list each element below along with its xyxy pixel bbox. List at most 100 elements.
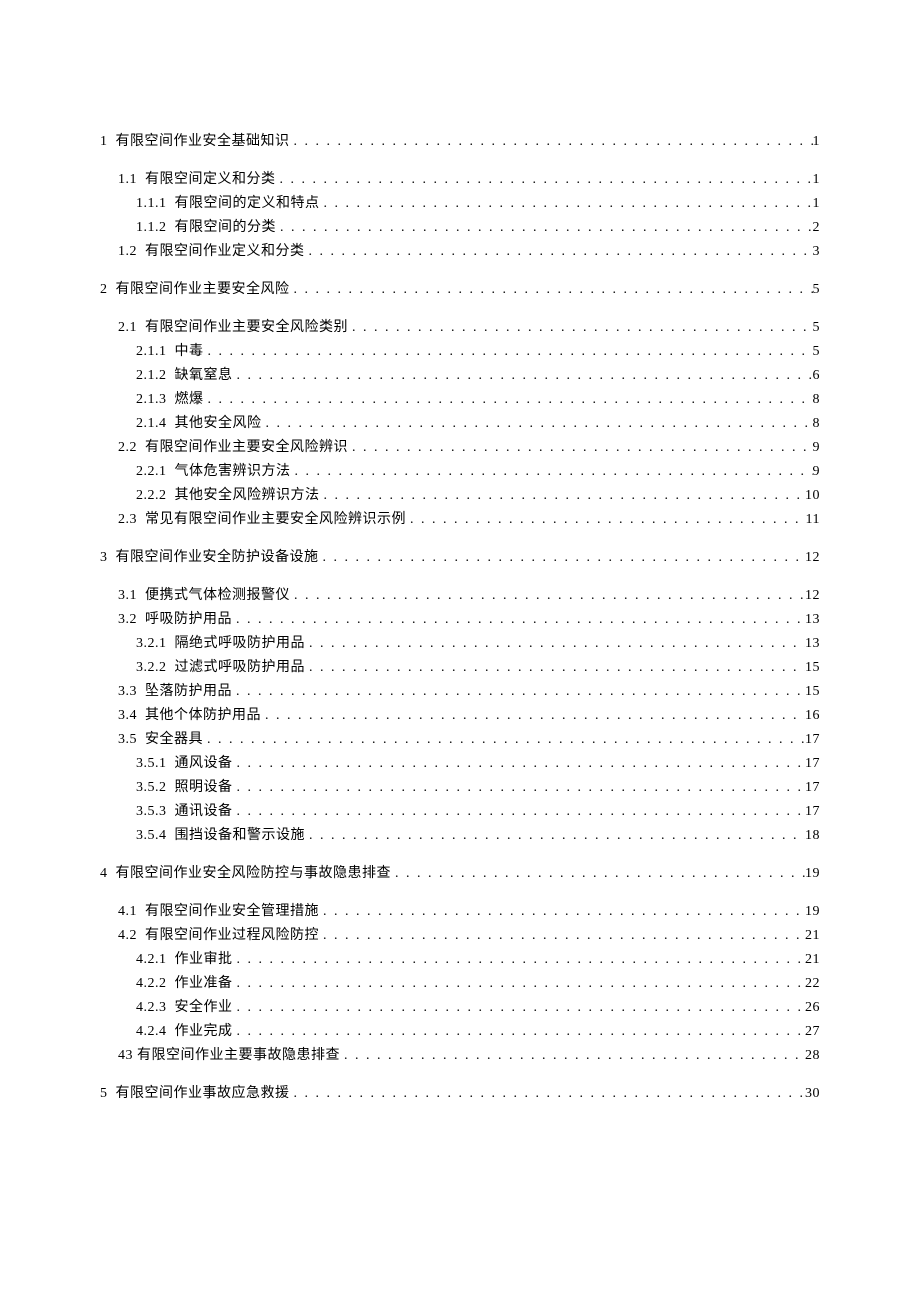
toc-entry-page: 1 — [813, 135, 821, 149]
toc-entry-page: 1 — [813, 197, 821, 211]
table-of-contents: 1 有限空间作业安全基础知识. . . . . . . . . . . . . … — [100, 135, 820, 1101]
toc-entry-number: 3.4 — [118, 709, 145, 723]
toc-entry: 2 有限空间作业主要安全风险. . . . . . . . . . . . . … — [100, 283, 820, 297]
toc-entry-page: 17 — [805, 733, 820, 747]
toc-entry-number: 2.2.2 — [136, 489, 175, 503]
toc-entry-title: 有限空间作业事故应急救援 — [116, 1087, 290, 1101]
toc-entry-page: 30 — [805, 1087, 820, 1101]
document-page: 1 有限空间作业安全基础知识. . . . . . . . . . . . . … — [0, 0, 920, 1301]
toc-entry: 2.1.2 缺氧窒息. . . . . . . . . . . . . . . … — [100, 369, 820, 383]
toc-entry: 3 有限空间作业安全防护设备设施. . . . . . . . . . . . … — [100, 551, 820, 565]
toc-entry-page: 17 — [805, 805, 820, 819]
toc-entry: 3.1 便携式气体检测报警仪. . . . . . . . . . . . . … — [100, 589, 820, 603]
toc-entry-page: 27 — [805, 1025, 820, 1039]
toc-leader-dots: . . . . . . . . . . . . . . . . . . . . … — [320, 197, 813, 211]
toc-entry-number: 3.5 — [118, 733, 145, 747]
toc-entry-number: 2.1.2 — [136, 369, 175, 383]
toc-entry: 2.2.2 其他安全风险辨识方法. . . . . . . . . . . . … — [100, 489, 820, 503]
toc-leader-dots: . . . . . . . . . . . . . . . . . . . . … — [262, 417, 813, 431]
toc-leader-dots: . . . . . . . . . . . . . . . . . . . . … — [319, 551, 806, 565]
toc-entry-number: 2.2.1 — [136, 465, 175, 479]
toc-entry-title: 中毒 — [175, 345, 204, 359]
toc-leader-dots: . . . . . . . . . . . . . . . . . . . . … — [291, 465, 813, 479]
toc-section-gap — [100, 307, 820, 321]
toc-entry-number: 4.2.2 — [136, 977, 175, 991]
toc-entry: 3.5.2 照明设备. . . . . . . . . . . . . . . … — [100, 781, 820, 795]
toc-entry-number: 3.2 — [118, 613, 145, 627]
toc-entry-title: 有限空间作业主要事故隐患排查 — [137, 1049, 340, 1063]
toc-leader-dots: . . . . . . . . . . . . . . . . . . . . … — [348, 441, 813, 455]
toc-entry-page: 15 — [805, 661, 820, 675]
toc-entry-number: 3 — [100, 551, 116, 565]
toc-entry: 2.1 有限空间作业主要安全风险类别. . . . . . . . . . . … — [100, 321, 820, 335]
toc-leader-dots: . . . . . . . . . . . . . . . . . . . . … — [232, 613, 805, 627]
toc-leader-dots: . . . . . . . . . . . . . . . . . . . . … — [276, 221, 813, 235]
toc-entry-title: 坠落防护用品 — [145, 685, 232, 699]
toc-leader-dots: . . . . . . . . . . . . . . . . . . . . … — [261, 709, 805, 723]
toc-entry-page: 3 — [813, 245, 821, 259]
toc-entry: 3.5.1 通风设备. . . . . . . . . . . . . . . … — [100, 757, 820, 771]
toc-entry: 1.2 有限空间作业定义和分类. . . . . . . . . . . . .… — [100, 245, 820, 259]
toc-entry-title: 其他安全风险辨识方法 — [175, 489, 320, 503]
toc-section-gap — [100, 853, 820, 867]
toc-leader-dots: . . . . . . . . . . . . . . . . . . . . … — [276, 173, 813, 187]
toc-entry-number: 1.1 — [118, 173, 145, 187]
toc-entry-title: 呼吸防护用品 — [145, 613, 232, 627]
toc-entry-title: 照明设备 — [175, 781, 233, 795]
toc-entry-title: 便携式气体检测报警仪 — [145, 589, 290, 603]
toc-entry-number: 4.2.1 — [136, 953, 175, 967]
toc-entry: 1.1 有限空间定义和分类. . . . . . . . . . . . . .… — [100, 173, 820, 187]
toc-entry-page: 11 — [806, 513, 820, 527]
toc-section-gap — [100, 891, 820, 905]
toc-leader-dots: . . . . . . . . . . . . . . . . . . . . … — [204, 393, 813, 407]
toc-entry-number: 2.1.3 — [136, 393, 175, 407]
toc-entry-page: 13 — [805, 613, 820, 627]
toc-entry: 3.3 坠落防护用品. . . . . . . . . . . . . . . … — [100, 685, 820, 699]
toc-entry-page: 21 — [805, 929, 820, 943]
toc-entry-title: 有限空间作业安全管理措施 — [145, 905, 319, 919]
toc-entry: 2.3 常见有限空间作业主要安全风险辨识示例. . . . . . . . . … — [100, 513, 820, 527]
toc-entry: 4.2.3 安全作业. . . . . . . . . . . . . . . … — [100, 1001, 820, 1015]
toc-entry-page: 9 — [813, 441, 821, 455]
toc-entry-page: 18 — [805, 829, 820, 843]
toc-entry-title: 有限空间作业安全防护设备设施 — [116, 551, 319, 565]
toc-entry-page: 16 — [805, 709, 820, 723]
toc-entry-page: 12 — [805, 589, 820, 603]
toc-entry-page: 22 — [805, 977, 820, 991]
toc-entry-number: 2.1.4 — [136, 417, 175, 431]
toc-entry: 3.2 呼吸防护用品. . . . . . . . . . . . . . . … — [100, 613, 820, 627]
toc-leader-dots: . . . . . . . . . . . . . . . . . . . . … — [319, 929, 805, 943]
toc-entry-page: 17 — [805, 757, 820, 771]
toc-leader-dots: . . . . . . . . . . . . . . . . . . . . … — [233, 953, 806, 967]
toc-entry-page: 28 — [805, 1049, 820, 1063]
toc-entry-number: 4.2.3 — [136, 1001, 175, 1015]
toc-entry: 3.5.4 围挡设备和警示设施. . . . . . . . . . . . .… — [100, 829, 820, 843]
toc-entry-title: 隔绝式呼吸防护用品 — [175, 637, 306, 651]
toc-entry-title: 缺氧窒息 — [175, 369, 233, 383]
toc-entry-number: 3.5.2 — [136, 781, 175, 795]
toc-leader-dots: . . . . . . . . . . . . . . . . . . . . … — [406, 513, 806, 527]
toc-entry-number: 3.1 — [118, 589, 145, 603]
toc-section-gap — [100, 269, 820, 283]
toc-entry: 3.5 安全器具. . . . . . . . . . . . . . . . … — [100, 733, 820, 747]
toc-section-gap — [100, 537, 820, 551]
toc-entry: 43 有限空间作业主要事故隐患排查. . . . . . . . . . . .… — [100, 1049, 820, 1063]
toc-leader-dots: . . . . . . . . . . . . . . . . . . . . … — [290, 1087, 806, 1101]
toc-entry: 3.5.3 通讯设备. . . . . . . . . . . . . . . … — [100, 805, 820, 819]
toc-entry-page: 5 — [813, 321, 821, 335]
toc-entry-title: 有限空间的分类 — [175, 221, 277, 235]
toc-leader-dots: . . . . . . . . . . . . . . . . . . . . … — [204, 345, 813, 359]
toc-leader-dots: . . . . . . . . . . . . . . . . . . . . … — [305, 245, 813, 259]
toc-entry-number: 4.1 — [118, 905, 145, 919]
toc-leader-dots: . . . . . . . . . . . . . . . . . . . . … — [233, 805, 806, 819]
toc-leader-dots: . . . . . . . . . . . . . . . . . . . . … — [290, 135, 813, 149]
toc-entry-title: 安全作业 — [175, 1001, 233, 1015]
toc-leader-dots: . . . . . . . . . . . . . . . . . . . . … — [305, 829, 805, 843]
toc-entry-title: 围挡设备和警示设施 — [175, 829, 306, 843]
toc-entry-page: 8 — [813, 417, 821, 431]
toc-entry-number: 3.2.1 — [136, 637, 175, 651]
toc-entry-number: 2.2 — [118, 441, 145, 455]
toc-leader-dots: . . . . . . . . . . . . . . . . . . . . … — [203, 733, 805, 747]
toc-entry-title: 通风设备 — [175, 757, 233, 771]
toc-entry-number: 2.3 — [118, 513, 145, 527]
